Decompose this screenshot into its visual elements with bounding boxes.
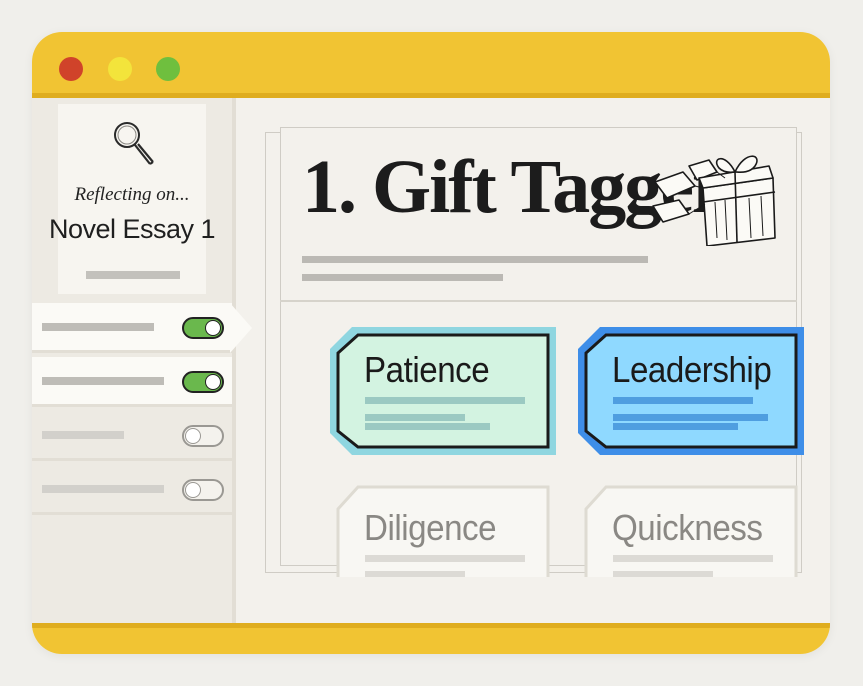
reflecting-label: Reflecting on...	[74, 184, 190, 205]
minimize-button[interactable]	[108, 57, 132, 81]
row-label-placeholder	[42, 323, 154, 331]
app-window: Reflecting on... Novel Essay 1 1. Gift T…	[32, 32, 830, 654]
row-label-placeholder	[42, 377, 164, 385]
tag-leadership[interactable]: Leadership	[578, 327, 808, 457]
sidebar-row-2[interactable]	[32, 357, 232, 407]
toggle-switch-1[interactable]	[182, 317, 224, 339]
document-card[interactable]: Reflecting on... Novel Essay 1	[49, 104, 216, 294]
sidebar-row-1[interactable]	[32, 303, 252, 353]
tag-label: Leadership	[612, 349, 772, 390]
row-label-placeholder	[42, 431, 124, 439]
tag-label: Quickness	[612, 507, 763, 548]
main-panel: 1. Gift Tagger Patience Leadership Dilig…	[265, 127, 804, 577]
maximize-button[interactable]	[156, 57, 180, 81]
sidebar: Reflecting on... Novel Essay 1	[32, 98, 252, 623]
tag-quickness[interactable]: Quickness	[578, 485, 808, 577]
bottom-bar	[32, 623, 830, 654]
panel-header: 1. Gift Tagger	[280, 127, 797, 302]
toggle-switch-3[interactable]	[182, 425, 224, 447]
gift-box-icon	[652, 155, 776, 246]
selection-pointer	[230, 303, 252, 353]
tag-label: Diligence	[364, 507, 497, 548]
close-button[interactable]	[59, 57, 83, 81]
description-placeholder-line	[302, 274, 503, 281]
document-subtitle-placeholder	[86, 271, 180, 279]
document-title: Novel Essay 1	[48, 214, 216, 244]
toggle-switch-4[interactable]	[182, 479, 224, 501]
sidebar-row-4[interactable]	[32, 465, 232, 515]
toggle-switch-2[interactable]	[182, 371, 224, 393]
sidebar-row-3[interactable]	[32, 411, 232, 461]
row-label-placeholder	[42, 485, 164, 493]
title-bar	[32, 32, 830, 98]
magnifying-glass-icon	[114, 122, 154, 165]
description-placeholder-line	[302, 256, 648, 263]
tag-diligence[interactable]: Diligence	[330, 485, 560, 577]
tag-label: Patience	[364, 349, 490, 390]
tag-patience[interactable]: Patience	[330, 327, 560, 457]
